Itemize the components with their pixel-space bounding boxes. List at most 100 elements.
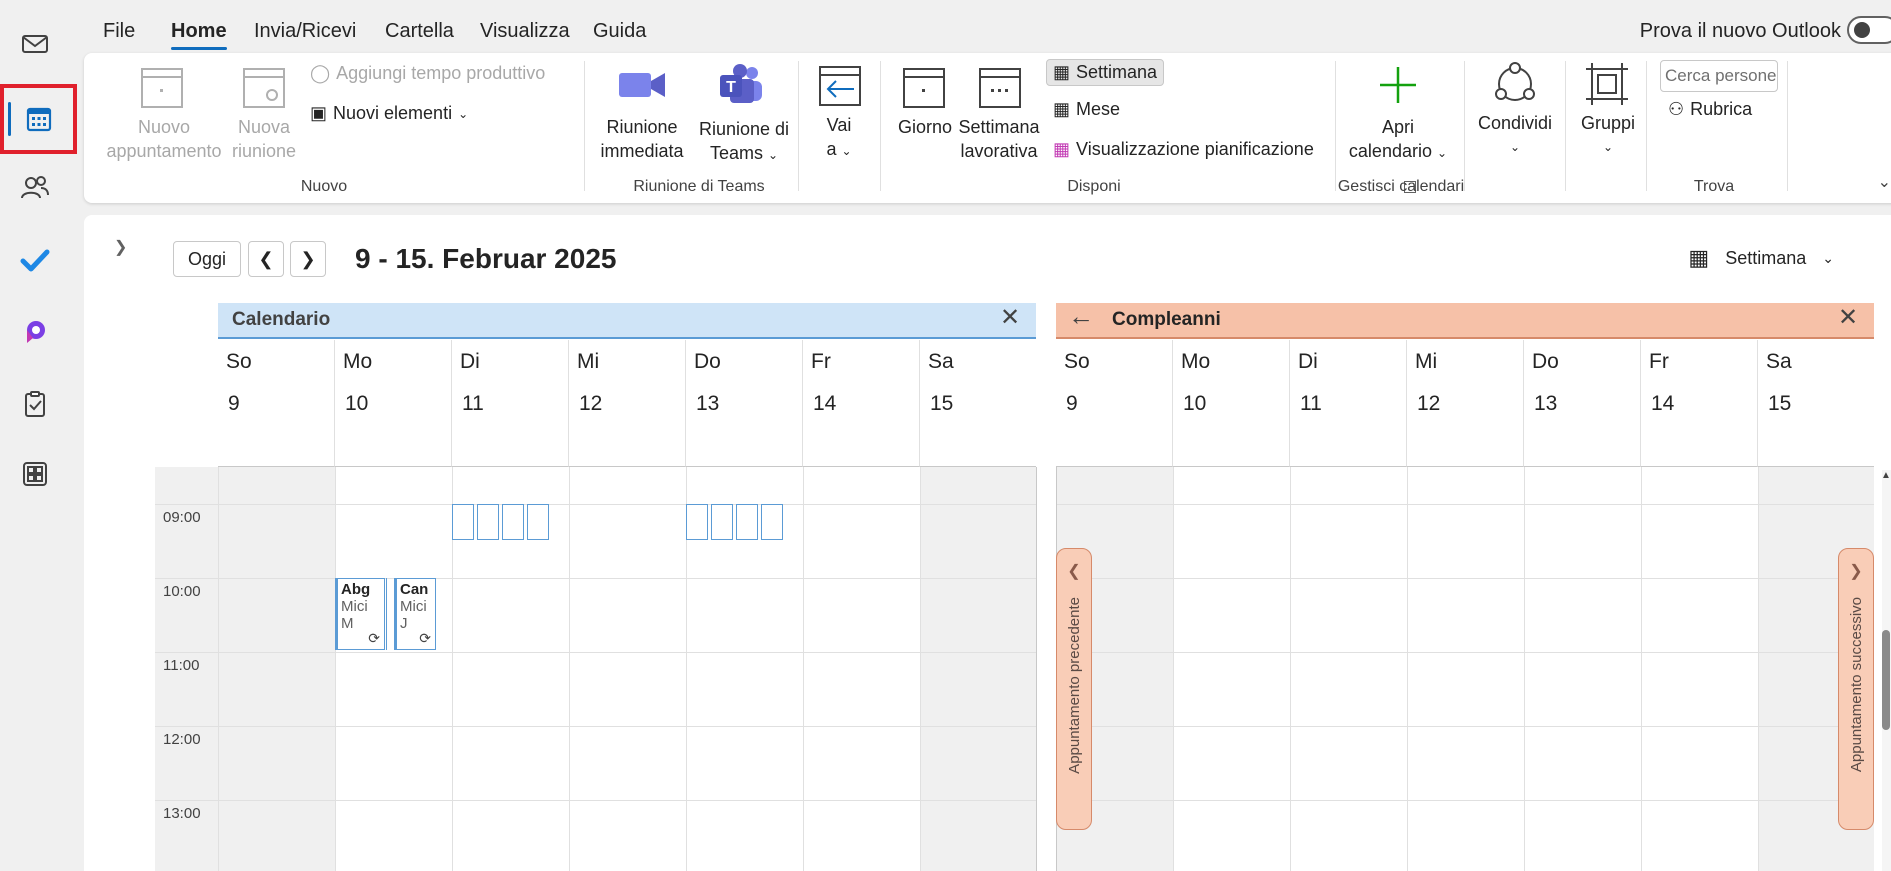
day-header[interactable]: Do 13 [686, 340, 803, 467]
open-calendar-button[interactable]: Apri calendario ⌄ [1346, 115, 1450, 165]
day-header[interactable]: Di 11 [1290, 340, 1407, 467]
day-number: 14 [1651, 392, 1675, 415]
goto-date-icon [819, 66, 861, 106]
menu-send-receive[interactable]: Invia/Ricevi [254, 20, 356, 43]
separator [1464, 61, 1465, 191]
ribbon-collapse-chevron-icon[interactable]: ⌄ [1878, 172, 1891, 192]
day-header[interactable]: Mo 10 [335, 340, 452, 467]
event-organizer: Mici [400, 598, 427, 615]
teams-meeting-button[interactable]: Riunione di Teams ⌄ [694, 117, 794, 167]
menu-help[interactable]: Guida [593, 20, 646, 43]
calendar-event[interactable] [452, 504, 474, 540]
day-header[interactable]: Sa 15 [920, 340, 1036, 467]
birthdays-pane-header: Compleanni [1056, 303, 1874, 339]
menu-view[interactable]: Visualizza [480, 20, 570, 43]
menu-folder[interactable]: Cartella [385, 20, 454, 43]
day-line [803, 467, 804, 871]
calendar-event[interactable] [686, 504, 708, 540]
day-header[interactable]: Fr 14 [803, 340, 920, 467]
previous-appointment-button[interactable]: ❮ Appuntamento precedente [1056, 548, 1092, 830]
hour-line [155, 726, 1036, 727]
day-name: Do [694, 350, 721, 373]
hour-line [1056, 504, 1874, 505]
search-people-input[interactable]: Cerca persone [1660, 60, 1778, 92]
goto-button[interactable]: Vai a ⌄ [804, 113, 874, 163]
day-header[interactable]: Mi 12 [569, 340, 686, 467]
day-number: 9 [1066, 392, 1078, 415]
tasks-icon[interactable] [0, 374, 69, 434]
hour-line [155, 504, 1036, 505]
close-calendar-icon[interactable]: ✕ [1000, 303, 1020, 332]
todo-icon[interactable] [0, 230, 69, 290]
day-header[interactable]: Sa 15 [1758, 340, 1874, 467]
copilot-icon[interactable] [0, 302, 69, 362]
new-outlook-toggle[interactable] [1847, 16, 1891, 44]
add-productive-time-button[interactable]: ◯ Aggiungi tempo produttivo [310, 63, 545, 84]
calendar-event[interactable] [736, 504, 758, 540]
calendar-event[interactable] [502, 504, 524, 540]
day-number: 11 [1300, 392, 1322, 415]
folder-pane-expand-icon[interactable]: ❯ [114, 237, 127, 257]
day-line [1407, 467, 1408, 871]
day-header[interactable]: So 9 [1056, 340, 1173, 467]
groups-button[interactable]: Gruppi ⌄ [1568, 111, 1648, 159]
day-line [1173, 467, 1174, 871]
day-view-button[interactable]: Giorno [890, 115, 960, 139]
weekend-column [218, 467, 335, 871]
apps-icon[interactable] [0, 444, 69, 504]
app-rail [0, 0, 77, 871]
calendar-event[interactable]: Abg Mici M ⟳ [335, 578, 385, 650]
calendar-event[interactable]: Can Mici J ⟳ [394, 578, 436, 650]
next-appointment-button[interactable]: ❯ Appuntamento successivo [1838, 548, 1874, 830]
schedule-view-button[interactable]: ▦ Visualizzazione pianificazione [1053, 139, 1314, 160]
day-header[interactable]: Mo 10 [1173, 340, 1290, 467]
next-week-chevron-icon[interactable]: ❯ [290, 241, 326, 277]
calendar-event[interactable] [711, 504, 733, 540]
hour-label: 09:00 [163, 509, 201, 526]
today-button[interactable]: Oggi [173, 241, 241, 277]
day-header[interactable]: Di 11 [452, 340, 569, 467]
arrow-left-icon[interactable]: ← [1068, 301, 1094, 332]
hour-line [155, 800, 1036, 801]
day-header[interactable]: Fr 14 [1641, 340, 1758, 467]
close-birthdays-icon[interactable]: ✕ [1838, 303, 1858, 332]
day-name: Mi [577, 350, 600, 373]
new-meeting-button[interactable]: Nuova riunione [229, 115, 299, 163]
people-icon[interactable] [0, 158, 69, 218]
menu-file[interactable]: File [103, 20, 135, 43]
hour-label: 11:00 [163, 657, 200, 674]
day-name: So [1064, 350, 1090, 373]
previous-week-chevron-icon[interactable]: ❮ [248, 241, 284, 277]
month-view-button[interactable]: ▦ Mese [1053, 99, 1120, 120]
week-view-button[interactable]: ▦ Settimana [1046, 59, 1165, 86]
scroll-up-arrow-icon[interactable]: ▲ [1881, 470, 1891, 481]
work-week-button[interactable]: Settimana lavorativa [954, 115, 1044, 163]
calendar-event[interactable] [761, 504, 783, 540]
menu-home[interactable]: Home [171, 20, 227, 50]
event-spacer [386, 578, 387, 650]
calendar-view-icon: ▦ [1688, 245, 1710, 270]
hour-line [155, 578, 1036, 579]
meet-now-button[interactable]: Riunione immediata [592, 115, 692, 163]
new-appointment-button[interactable]: Nuovo appuntamento [104, 115, 224, 163]
calendar-event[interactable] [477, 504, 499, 540]
new-items-button[interactable]: ▣ Nuovi elementi ⌄ [310, 103, 468, 124]
address-book-button[interactable]: ⚇ Rubrica [1668, 99, 1752, 120]
view-selector[interactable]: ▦ Settimana ⌄ [1688, 245, 1834, 271]
calendar-event[interactable] [527, 504, 549, 540]
day-line [569, 467, 570, 871]
day-header[interactable]: So 9 [218, 340, 335, 467]
hour-line [1056, 726, 1874, 727]
share-button[interactable]: Condividi ⌄ [1470, 111, 1560, 159]
scrollbar-thumb[interactable] [1882, 630, 1890, 730]
day-header[interactable]: Do 13 [1524, 340, 1641, 467]
day-header[interactable]: Mi 12 [1407, 340, 1524, 467]
day-name: Mo [1181, 350, 1211, 373]
calendar-icon[interactable] [0, 84, 77, 154]
day-name: Sa [928, 350, 954, 373]
hour-line [1056, 800, 1874, 801]
video-camera-icon [619, 73, 665, 97]
mail-icon[interactable] [0, 14, 69, 74]
day-number: 15 [930, 392, 954, 415]
schedule-icon: ▦ [1053, 139, 1071, 159]
